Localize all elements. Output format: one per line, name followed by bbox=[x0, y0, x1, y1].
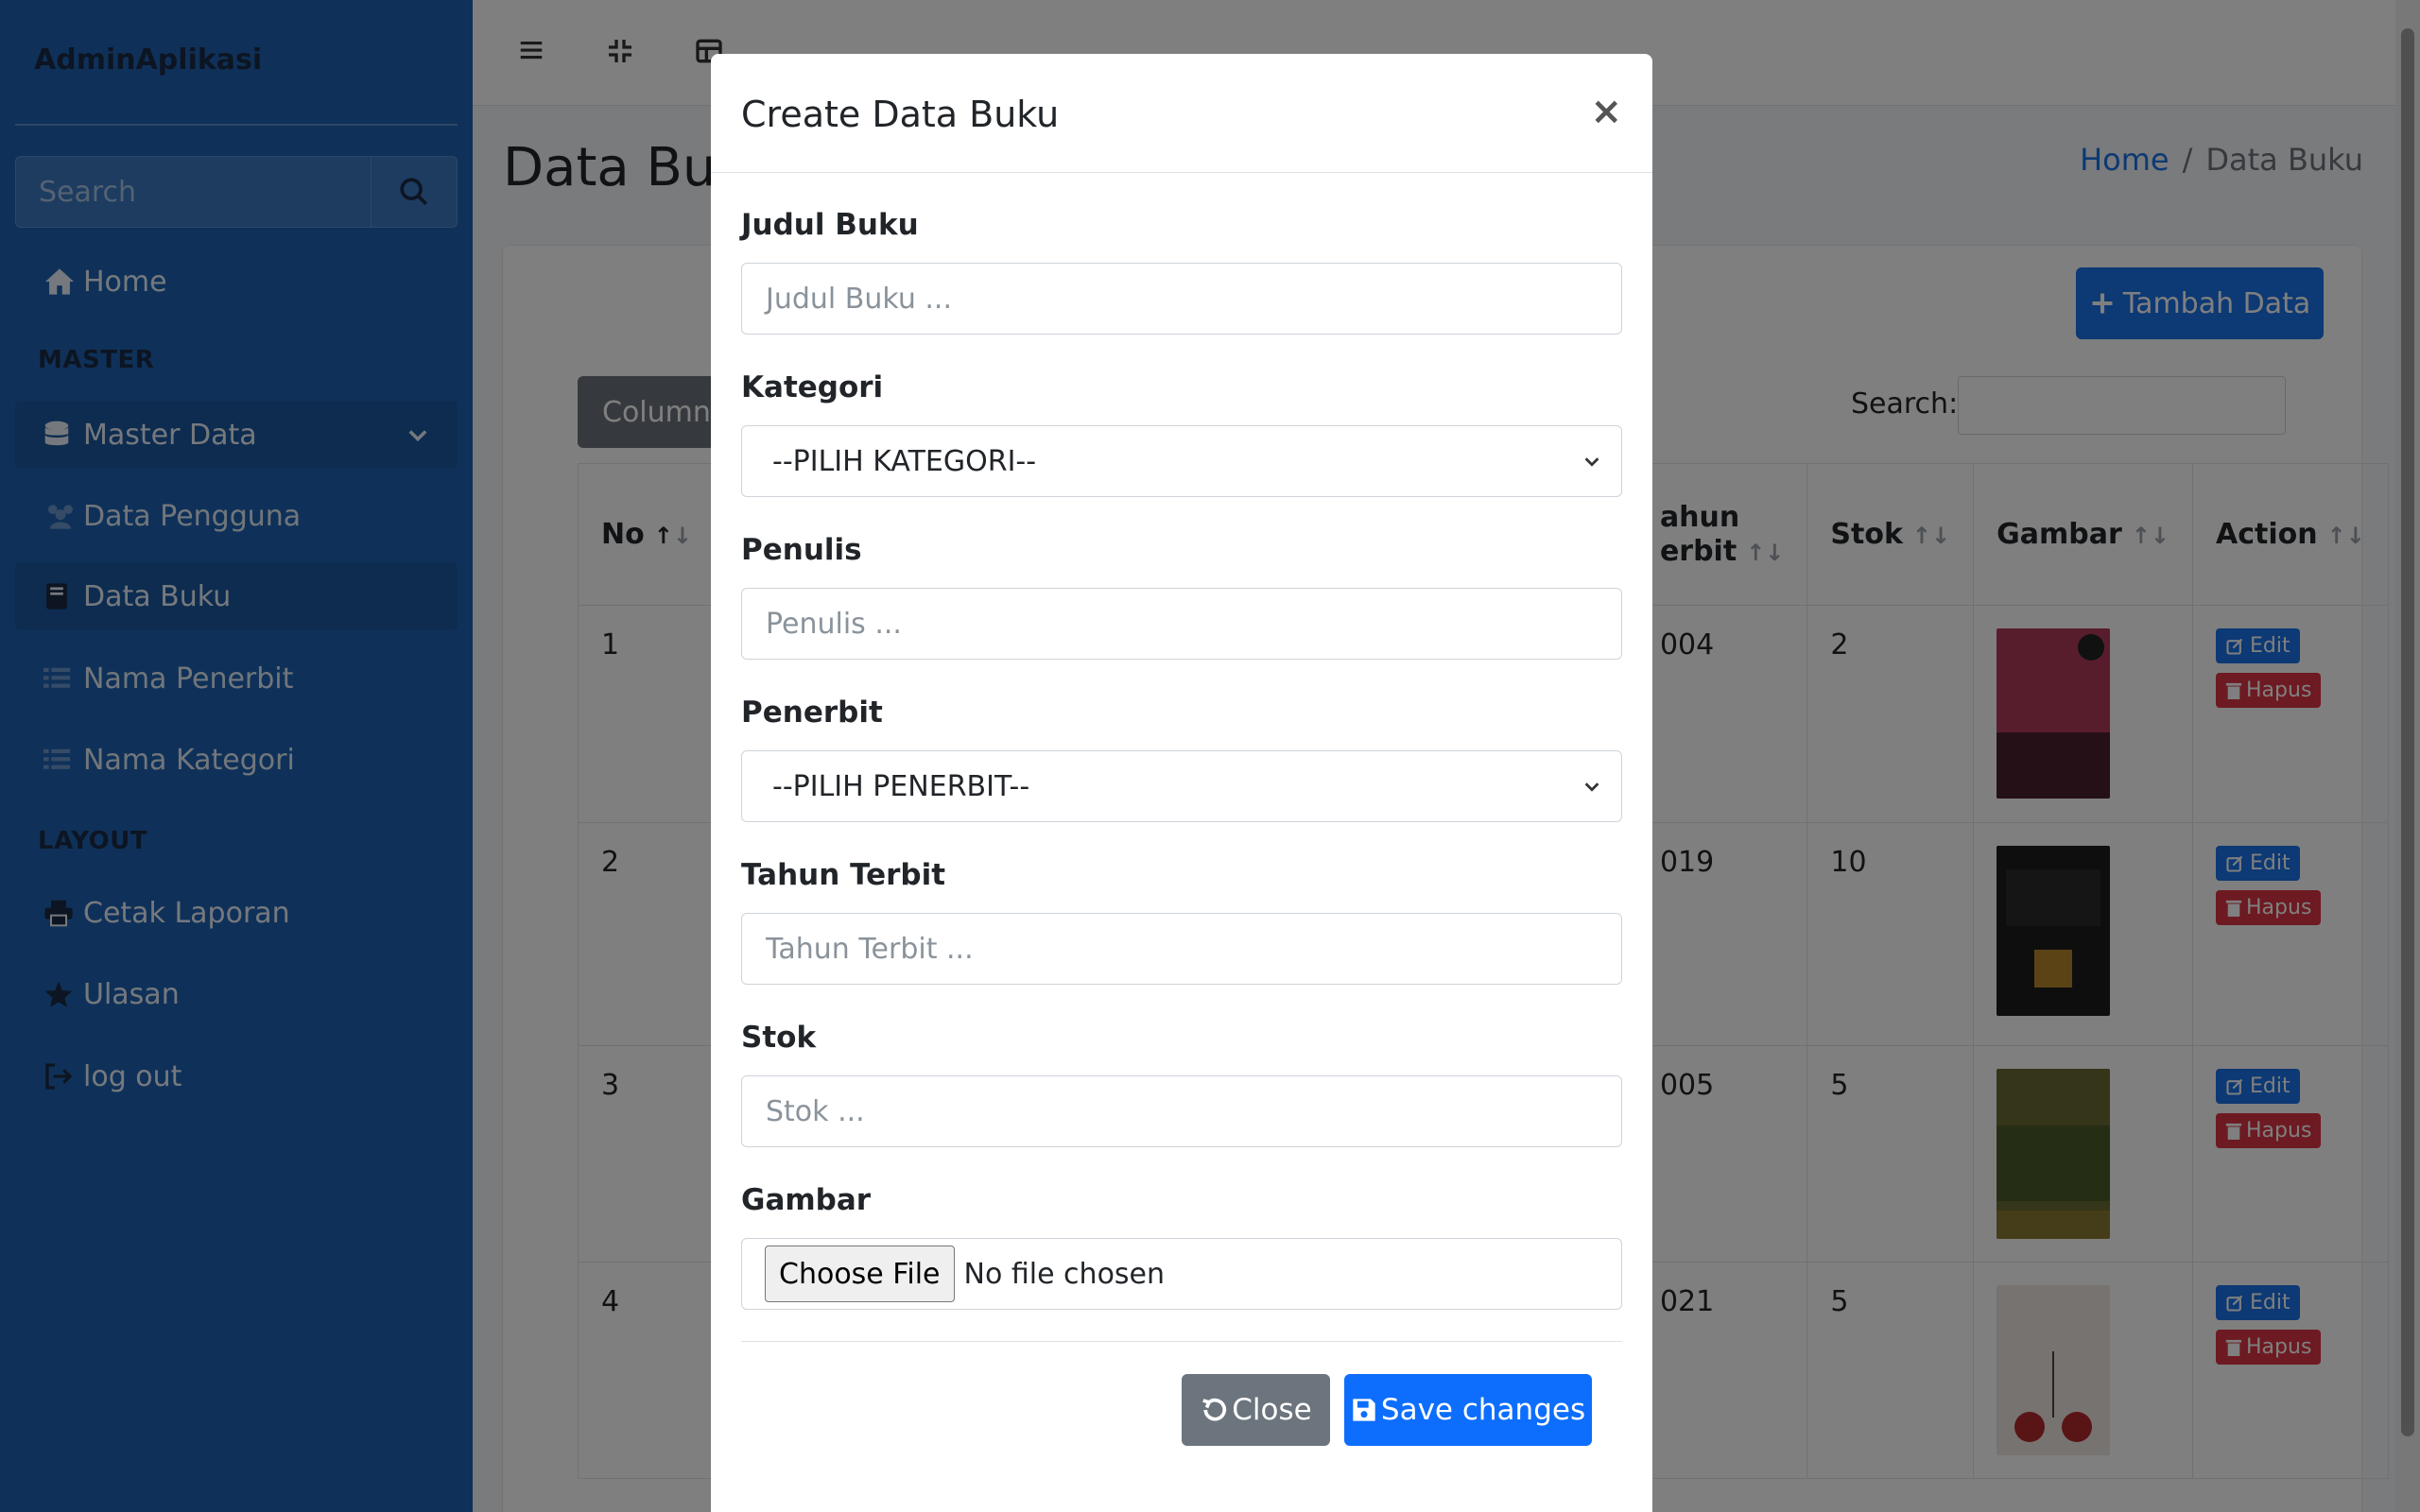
gambar-file-input: Choose File No file chosen bbox=[741, 1238, 1622, 1310]
field-tahun-terbit: Tahun Terbit Tahun Terbit ... bbox=[741, 858, 1622, 985]
close-icon[interactable]: × bbox=[1590, 90, 1622, 133]
file-status: No file chosen bbox=[963, 1257, 1166, 1291]
penulis-input[interactable]: Penulis ... bbox=[741, 588, 1622, 660]
save-button-label: Save changes bbox=[1380, 1393, 1586, 1427]
tahun-terbit-input[interactable]: Tahun Terbit ... bbox=[741, 913, 1622, 985]
modal-title: Create Data Buku bbox=[741, 94, 1060, 135]
field-kategori: Kategori --PILIH KATEGORI-- bbox=[741, 370, 1622, 497]
create-book-modal: Create Data Buku × Judul Buku Judul Buku… bbox=[711, 54, 1652, 1512]
save-changes-button[interactable]: Save changes bbox=[1344, 1374, 1592, 1446]
penerbit-select[interactable]: --PILIH PENERBIT-- bbox=[741, 750, 1622, 822]
close-button-label: Close bbox=[1232, 1393, 1312, 1427]
field-stok: Stok Stok ... bbox=[741, 1021, 1622, 1147]
chevron-down-icon bbox=[1584, 457, 1599, 467]
judul-buku-input[interactable]: Judul Buku ... bbox=[741, 263, 1622, 335]
field-label: Gambar bbox=[741, 1183, 872, 1217]
field-gambar: Gambar Choose File No file chosen bbox=[741, 1183, 1622, 1310]
field-label: Penulis bbox=[741, 533, 862, 567]
field-label: Penerbit bbox=[741, 696, 883, 730]
stok-input[interactable]: Stok ... bbox=[741, 1075, 1622, 1147]
field-penulis: Penulis Penulis ... bbox=[741, 533, 1622, 660]
modal-header: Create Data Buku × bbox=[711, 54, 1652, 173]
choose-file-button[interactable]: Choose File bbox=[765, 1246, 955, 1302]
field-penerbit: Penerbit --PILIH PENERBIT-- bbox=[741, 696, 1622, 822]
kategori-select[interactable]: --PILIH KATEGORI-- bbox=[741, 425, 1622, 497]
chevron-down-icon bbox=[1584, 782, 1599, 792]
close-button[interactable]: Close bbox=[1182, 1374, 1330, 1446]
modal-footer-divider bbox=[741, 1341, 1622, 1342]
field-label: Tahun Terbit bbox=[741, 858, 946, 892]
save-icon bbox=[1353, 1399, 1375, 1421]
field-judul-buku: Judul Buku Judul Buku ... bbox=[741, 208, 1622, 335]
field-label: Judul Buku bbox=[741, 208, 919, 242]
field-label: Kategori bbox=[741, 370, 884, 404]
field-label: Stok bbox=[741, 1021, 817, 1055]
undo-icon bbox=[1202, 1398, 1227, 1421]
select-value: --PILIH KATEGORI-- bbox=[772, 444, 1037, 478]
select-value: --PILIH PENERBIT-- bbox=[772, 769, 1030, 803]
